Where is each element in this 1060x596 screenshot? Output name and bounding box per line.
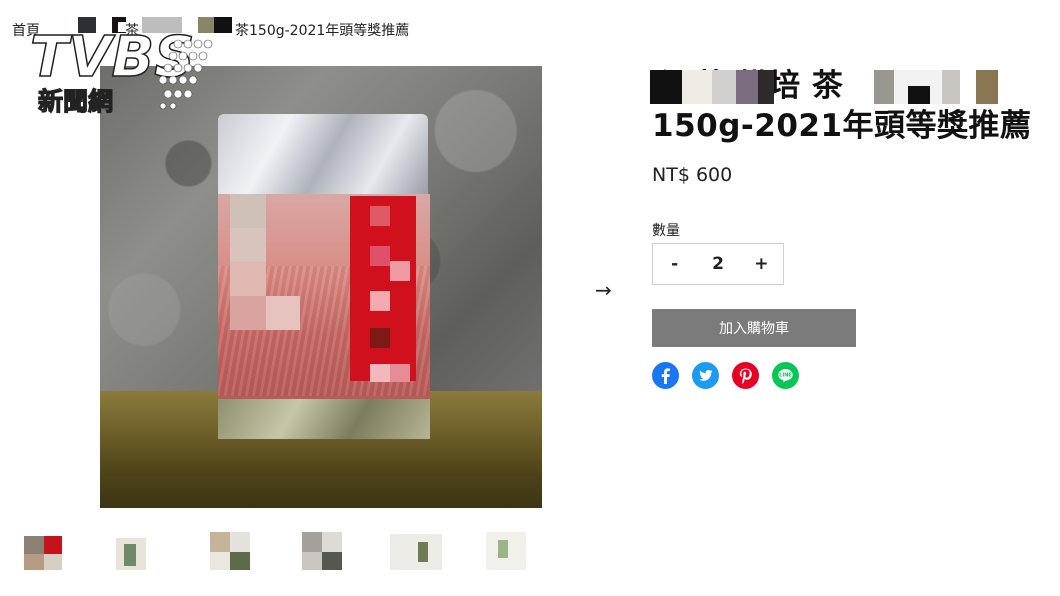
twitter-icon[interactable] — [692, 362, 719, 389]
tea-bag-foil-bottom — [218, 399, 430, 439]
breadcrumb-home[interactable]: 首頁 — [12, 20, 40, 40]
line-icon[interactable]: LINE — [772, 362, 799, 389]
share-buttons: LINE — [652, 362, 799, 389]
product-price: NT$ 600 — [652, 164, 733, 186]
add-to-cart-button[interactable]: 加入購物車 — [652, 309, 856, 347]
quantity-stepper: - 2 + — [652, 243, 784, 285]
next-image-arrow[interactable]: → — [595, 278, 612, 302]
pixelated-text — [142, 17, 182, 33]
breadcrumb-product: 茶150g-2021年頭等獎推薦 — [235, 23, 410, 39]
pixelated-text — [214, 17, 232, 33]
breadcrumb-category[interactable]: 茶 — [125, 20, 139, 40]
quantity-value[interactable]: 2 — [698, 254, 738, 274]
thumbnail-strip — [24, 528, 544, 574]
pixelated-text — [650, 70, 682, 104]
pixelated-text — [78, 17, 96, 33]
product-main-image[interactable] — [100, 66, 542, 508]
pixelated-text — [198, 17, 214, 33]
pinterest-icon[interactable] — [732, 362, 759, 389]
thumbnail-6[interactable] — [486, 528, 528, 570]
decrement-button[interactable]: - — [655, 254, 695, 274]
thumbnail-2[interactable] — [116, 528, 158, 570]
thumbnail-4[interactable] — [302, 528, 344, 570]
increment-button[interactable]: + — [741, 254, 781, 274]
quantity-label: 數量 — [652, 223, 680, 239]
product-title-line2: 150g-2021年頭等獎推薦 — [652, 108, 1032, 144]
thumbnail-1[interactable] — [24, 528, 66, 570]
thumbnail-5[interactable] — [390, 528, 442, 570]
thumbnail-3[interactable] — [210, 528, 252, 570]
facebook-icon[interactable] — [652, 362, 679, 389]
svg-text:LINE: LINE — [779, 373, 792, 379]
